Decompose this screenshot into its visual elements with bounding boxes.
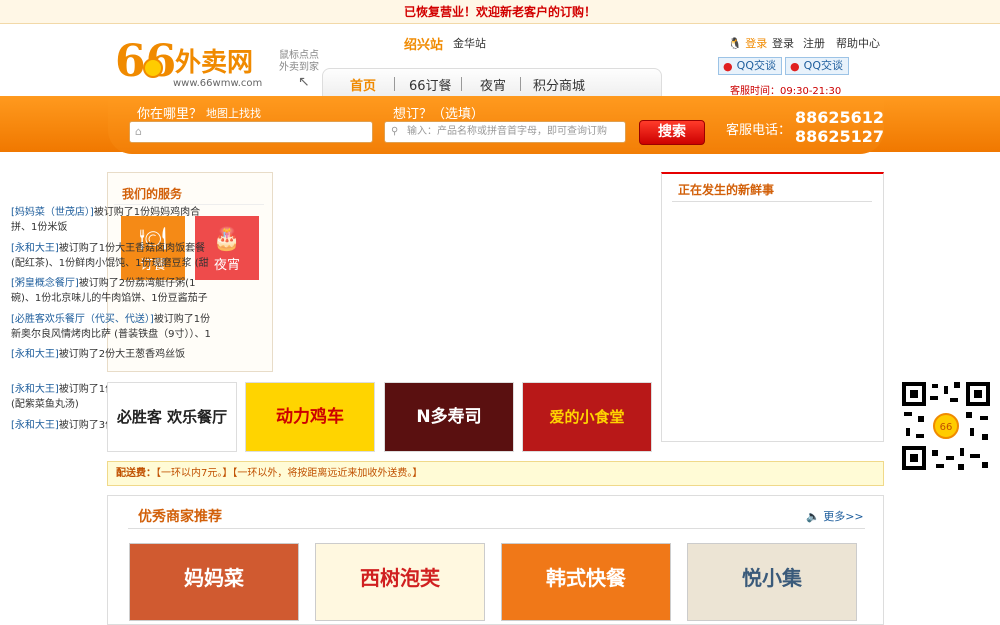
qq-chat-button[interactable]: ● QQ交谈	[785, 57, 849, 75]
news-shop-link[interactable]: [妈妈菜（世茂店）]	[11, 207, 94, 218]
merchant-name: 悦小集	[742, 566, 802, 590]
qq-icon: ●	[723, 60, 733, 73]
search-button[interactable]: 搜索	[639, 120, 705, 145]
merchant-name: 韩式快餐	[546, 566, 626, 590]
merchant-name: 妈妈菜	[184, 566, 244, 590]
logo-slogan: 鼠标点点外卖到家	[279, 50, 319, 73]
nav-home[interactable]: 首页	[350, 75, 376, 94]
merchant-name: 西树泡芙	[360, 566, 440, 590]
qq-chat-button[interactable]: ● QQ交谈	[718, 57, 782, 75]
delivery-fee-notice: 配送费：【一环以内7元。】【一环以外，将按距离远近来加收外送费。】	[107, 461, 884, 486]
announcement-bar: 已恢复营业！欢迎新老客户的订购！	[0, 0, 1000, 24]
location-input[interactable]: ⌂	[129, 121, 373, 143]
nav-divider	[461, 77, 462, 91]
phone-label: 客服电话：	[726, 123, 792, 138]
map-link[interactable]: 地图上找找	[206, 105, 261, 121]
announcement-text: 已恢复营业！欢迎新老客户的订购！	[403, 5, 596, 19]
home-icon: ⌂	[135, 125, 142, 138]
qq-chat-label: QQ交谈	[803, 59, 843, 72]
news-item: [永和大王]被订购了2份大王葱香鸡丝饭	[11, 347, 216, 362]
more-label: 更多>>	[823, 510, 864, 523]
more-link[interactable]: 🔈 更多>>	[806, 508, 864, 524]
speaker-icon: 🔈	[806, 510, 820, 523]
qr-logo-text: 66	[940, 422, 953, 433]
divider	[672, 201, 872, 202]
qr-code: 66	[900, 380, 992, 472]
qq-icon: 🐧	[728, 37, 742, 50]
qq-icon: ●	[790, 60, 800, 73]
banner-power-chicken[interactable]: 动力鸡车	[245, 382, 375, 452]
news-shop-link[interactable]: [永和大王]	[11, 243, 59, 254]
search-placeholder: 输入：产品名称或拼音首字母，即可查询订购	[407, 126, 607, 137]
merchant-card[interactable]: 悦小集	[687, 543, 857, 621]
banner-restaurant[interactable]: 爱的小食堂	[522, 382, 652, 452]
product-search-input[interactable]: ⚲ 输入：产品名称或拼音首字母，即可查询订购	[384, 121, 626, 143]
merchant-card[interactable]: 妈妈菜	[129, 543, 299, 621]
register-link[interactable]: 注册	[803, 35, 825, 51]
help-center-link[interactable]: 帮助中心	[836, 35, 880, 51]
nav-night-snack[interactable]: 夜宵	[480, 75, 506, 94]
banner-label: N多寿司	[416, 407, 482, 427]
want-label: 想订？（选填）	[393, 107, 485, 122]
banner-label: 爱的小食堂	[549, 408, 625, 426]
current-station[interactable]: 绍兴站	[404, 34, 443, 53]
news-item: [妈妈菜（世茂店）]被订购了1份妈妈鸡肉合拼、1份米饭	[11, 205, 216, 235]
banner-pizza-hut[interactable]: 必胜客 欢乐餐厅	[107, 382, 237, 452]
notice-text: 【一环以内7元。】【一环以外，将按距离远近来加收外送费。】	[156, 468, 423, 479]
phone-numbers: 88625612 88625127	[795, 108, 884, 146]
services-title: 我们的服务	[122, 187, 183, 201]
cursor-icon: ↖	[298, 74, 310, 90]
nav-divider	[394, 77, 395, 91]
merchant-card[interactable]: 西树泡芙	[315, 543, 485, 621]
phone-number: 88625612	[795, 108, 885, 127]
smiley-icon	[143, 58, 163, 78]
nav-divider	[520, 77, 521, 91]
banner-label: 动力鸡车	[276, 407, 344, 427]
tile-label: 夜宵	[213, 258, 240, 273]
service-hours: 客服时间：09:30-21:30	[730, 86, 842, 97]
logo-brand: 外卖网	[175, 48, 254, 78]
news-shop-link[interactable]: [永和大王]	[11, 384, 59, 395]
divider	[128, 528, 865, 529]
news-panel: 正在发生的新鲜事	[661, 172, 884, 442]
news-item: [粥皇概念餐厅]被订购了2份荔湾艇仔粥(1碗)、1份北京味儿的牛肉馅饼、1份豆酱…	[11, 276, 216, 306]
nav-66order[interactable]: 66订餐	[409, 75, 452, 94]
news-shop-link[interactable]: [永和大王]	[11, 420, 59, 431]
search-icon: ⚲	[391, 126, 399, 137]
phone-number: 88625127	[795, 127, 885, 146]
news-shop-link[interactable]: [粥皇概念餐厅]	[11, 278, 79, 289]
nav-points-mall[interactable]: 积分商城	[533, 75, 585, 94]
qq-login-label: 登录	[745, 37, 768, 50]
login-link[interactable]: 登录	[772, 35, 794, 51]
logo-url: www.66wmw.com	[173, 78, 263, 89]
news-item: [必胜客欢乐餐厅（代买、代送）]被订购了1份新奥尔良风情烤肉比萨 (普装铁盘（9…	[11, 312, 216, 342]
merchants-title: 优秀商家推荐	[138, 509, 222, 525]
news-item: [永和大王]被订购了1份大王香菇卤肉饭套餐(配红茶)、1份鲜肉小馄饨、1份现磨豆…	[11, 241, 216, 271]
qq-login-link[interactable]: 🐧 登录	[728, 35, 767, 51]
banner-sushi[interactable]: N多寿司	[384, 382, 514, 452]
news-title: 正在发生的新鲜事	[678, 183, 775, 197]
merchant-card[interactable]: 韩式快餐	[501, 543, 671, 621]
banner-label: 必胜客 欢乐餐厅	[116, 408, 228, 426]
news-text: 被订购了2份大王葱香鸡丝饭	[58, 349, 186, 360]
news-shop-link[interactable]: [必胜客欢乐餐厅（代买、代送）]	[11, 314, 154, 325]
station-link[interactable]: 金华站	[453, 35, 486, 51]
news-shop-link[interactable]: [永和大王]	[11, 349, 59, 360]
where-label: 你在哪里？	[137, 107, 203, 122]
site-logo[interactable]: 66 外卖网 www.66wmw.com 鼠标点点外卖到家	[115, 34, 325, 94]
qq-chat-label: QQ交谈	[736, 59, 776, 72]
notice-label: 配送费：	[116, 468, 156, 479]
